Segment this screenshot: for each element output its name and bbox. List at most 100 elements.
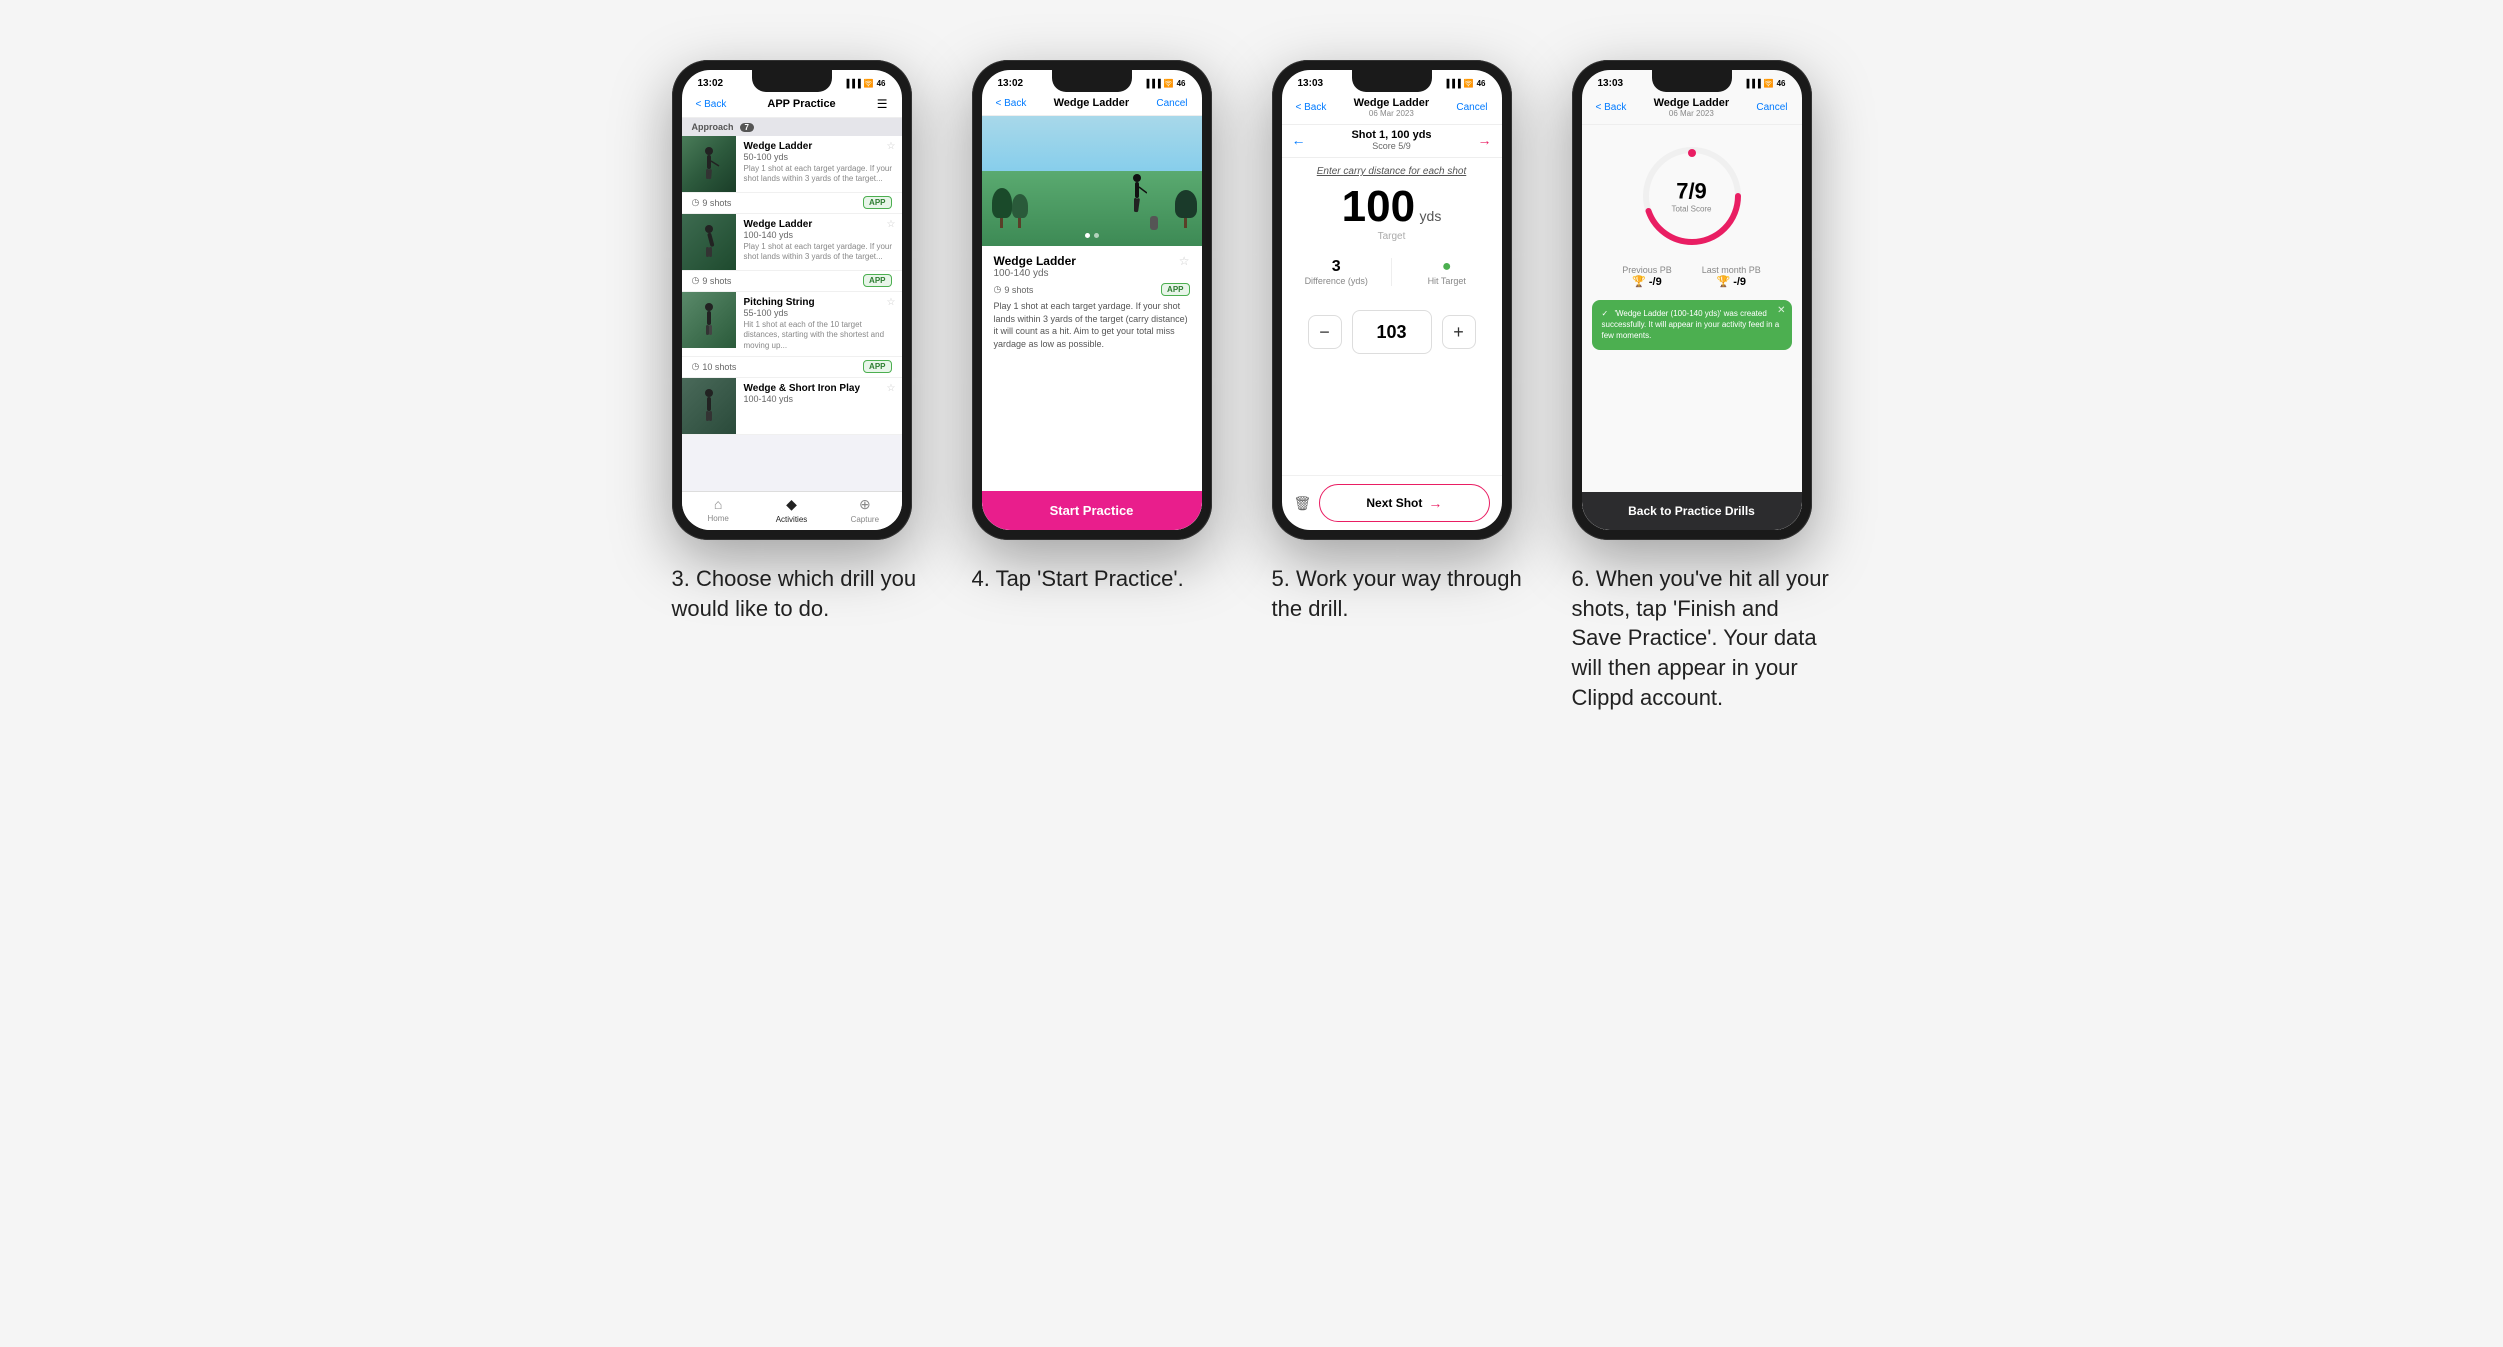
next-arrow-icon: → — [1428, 495, 1442, 511]
thumb-img-3 — [682, 292, 736, 348]
phone-notch-4 — [1052, 70, 1132, 92]
tab-capture-3[interactable]: ⊕ Capture — [828, 496, 901, 524]
section-header-3: Approach 7 — [682, 118, 902, 136]
minus-btn[interactable]: − — [1308, 315, 1342, 349]
nav-cancel-4[interactable]: Cancel — [1156, 98, 1187, 109]
prev-trophy-icon: 🏆 — [1632, 275, 1646, 288]
next-shot-label: Next Shot — [1366, 496, 1422, 510]
shots-label-1: ◷ 9 shots — [692, 197, 732, 208]
phone-4: 13:02 ▐▐▐ 🛜 46 < Back Wedge Ladder Cance… — [972, 60, 1212, 540]
battery-icon-5: 46 — [1477, 79, 1486, 88]
shot-metrics: 3 Difference (yds) ● Hit Target — [1282, 250, 1502, 294]
drill-item-3[interactable]: Pitching String 55-100 yds Hit 1 shot at… — [682, 292, 902, 357]
shot-input-row: − 103 + — [1282, 302, 1502, 362]
pb-row: Previous PB 🏆 -/9 Last month PB 🏆 -/9 — [1582, 259, 1802, 294]
signal-icon-5: ▐▐▐ — [1444, 79, 1461, 88]
drill-thumb-3 — [682, 292, 736, 348]
clock-icon-1: ◷ — [692, 197, 700, 208]
nav-cancel-6[interactable]: Cancel — [1756, 102, 1787, 113]
time-3: 13:02 — [698, 78, 724, 89]
score-circle: 7/9 Total Score — [1637, 141, 1747, 251]
detail-app-badge-4: APP — [1161, 283, 1189, 296]
phone-3: 13:02 ▐▐▐ 🛜 46 < Back APP Practice ☰ App… — [672, 60, 912, 540]
drill-info-4: Wedge & Short Iron Play 100-140 yds — [736, 378, 902, 434]
status-icons-3: ▐▐▐ 🛜 46 — [844, 79, 886, 88]
drill-name-2: Wedge Ladder — [744, 219, 894, 230]
next-shot-btn[interactable]: Next Shot → — [1319, 484, 1489, 522]
tab-activities-3[interactable]: ◆ Activities — [755, 496, 828, 524]
thumb-img-2 — [682, 214, 736, 270]
capture-label-3: Capture — [851, 515, 879, 524]
screen-5: 13:03 ▐▐▐ 🛜 46 < Back Wedge Ladder 06 Ma… — [1282, 70, 1502, 530]
drill-info-2: Wedge Ladder 100-140 yds Play 1 shot at … — [736, 214, 902, 270]
spacer-6 — [1582, 356, 1802, 492]
golfer-svg-detail — [1127, 173, 1147, 219]
sky-4 — [982, 116, 1202, 171]
section-label-3: Approach — [692, 122, 734, 132]
nav-back-6[interactable]: < Back — [1596, 102, 1627, 113]
golf-image-4 — [982, 116, 1202, 246]
checkmark-icon: ✓ — [1602, 309, 1609, 318]
drill-item-4[interactable]: Wedge & Short Iron Play 100-140 yds ☆ — [682, 378, 902, 435]
capture-icon-3: ⊕ — [859, 496, 871, 513]
drill-footer-3: ◷ 10 shots APP — [682, 357, 902, 378]
last-month-pb: Last month PB 🏆 -/9 — [1702, 265, 1761, 288]
nav-back-3[interactable]: < Back — [696, 99, 727, 110]
step-3-desc: 3. Choose which drill you would like to … — [672, 564, 932, 623]
nav-back-4[interactable]: < Back — [996, 98, 1027, 109]
shot-bottom: 🗑 Next Shot → — [1282, 475, 1502, 530]
prev-pb-label: Previous PB — [1622, 265, 1672, 275]
detail-content-4: Wedge Ladder 100-140 yds ☆ ◷ 9 shots APP — [982, 116, 1202, 530]
plus-btn[interactable]: + — [1442, 315, 1476, 349]
step-3: 13:02 ▐▐▐ 🛜 46 < Back APP Practice ☰ App… — [672, 60, 932, 623]
shot-prev-arrow[interactable]: ← — [1292, 132, 1342, 148]
toast-close-btn[interactable]: ✕ — [1777, 304, 1785, 318]
detail-star-4[interactable]: ☆ — [1179, 254, 1190, 268]
nav-bar-6: < Back Wedge Ladder 06 Mar 2023 Cancel — [1582, 93, 1802, 125]
tree-1 — [992, 188, 1012, 228]
drill-thumb-2 — [682, 214, 736, 270]
bag-figure — [1150, 216, 1158, 230]
nav-title-5: Wedge Ladder — [1354, 97, 1430, 109]
spacer-5 — [1282, 362, 1502, 475]
tab-home-3[interactable]: ⌂ Home — [682, 496, 755, 524]
thumb-img-4 — [682, 378, 736, 434]
phone-5: 13:03 ▐▐▐ 🛜 46 < Back Wedge Ladder 06 Ma… — [1272, 60, 1512, 540]
step-6: 13:03 ▐▐▐ 🛜 46 < Back Wedge Ladder 06 Ma… — [1572, 60, 1832, 712]
drill-star-2[interactable]: ☆ — [887, 219, 896, 230]
detail-body-4: Wedge Ladder 100-140 yds ☆ ◷ 9 shots APP — [982, 246, 1202, 491]
practice-list: Wedge Ladder 50-100 yds Play 1 shot at e… — [682, 136, 902, 491]
last-trophy-icon: 🏆 — [1716, 275, 1730, 288]
score-content: 7/9 Total Score Previous PB 🏆 -/9 — [1582, 125, 1802, 530]
home-icon-3: ⌂ — [714, 496, 722, 512]
nav-cancel-5[interactable]: Cancel — [1456, 102, 1487, 113]
battery-icon-3: 46 — [877, 79, 886, 88]
drill-desc-1: Play 1 shot at each target yardage. If y… — [744, 164, 894, 185]
signal-icon-6: ▐▐▐ — [1744, 79, 1761, 88]
image-dots-4 — [1085, 233, 1099, 238]
drill-star-4[interactable]: ☆ — [887, 383, 896, 394]
nav-hamburger-3[interactable]: ☰ — [877, 97, 888, 111]
drill-star-1[interactable]: ☆ — [887, 141, 896, 152]
drill-item-1[interactable]: Wedge Ladder 50-100 yds Play 1 shot at e… — [682, 136, 902, 193]
step-5-desc: 5. Work your way through the drill. — [1272, 564, 1532, 623]
toast-text: 'Wedge Ladder (100-140 yds)' was created… — [1602, 309, 1780, 340]
drill-yds-2: 100-140 yds — [744, 230, 894, 240]
step-5: 13:03 ▐▐▐ 🛜 46 < Back Wedge Ladder 06 Ma… — [1272, 60, 1532, 623]
dot-active-4 — [1085, 233, 1090, 238]
tree-2 — [1012, 194, 1028, 228]
status-icons-4: ▐▐▐ 🛜 46 — [1144, 79, 1186, 88]
step-4-desc: 4. Tap 'Start Practice'. — [972, 564, 1184, 594]
drill-item-2[interactable]: Wedge Ladder 100-140 yds Play 1 shot at … — [682, 214, 902, 271]
trash-icon[interactable]: 🗑 — [1294, 495, 1312, 512]
drill-yds-3: 55-100 yds — [744, 308, 894, 318]
shot-input-value[interactable]: 103 — [1352, 310, 1432, 354]
nav-back-5[interactable]: < Back — [1296, 102, 1327, 113]
drill-star-3[interactable]: ☆ — [887, 297, 896, 308]
drill-info-3: Pitching String 55-100 yds Hit 1 shot at… — [736, 292, 902, 356]
carry-label-row: Enter carry distance for each shot — [1282, 158, 1502, 185]
start-practice-btn[interactable]: Start Practice — [982, 491, 1202, 530]
drill-thumb-4 — [682, 378, 736, 434]
shot-next-arrow[interactable]: → — [1442, 132, 1492, 148]
back-to-drills-btn[interactable]: Back to Practice Drills — [1582, 492, 1802, 530]
